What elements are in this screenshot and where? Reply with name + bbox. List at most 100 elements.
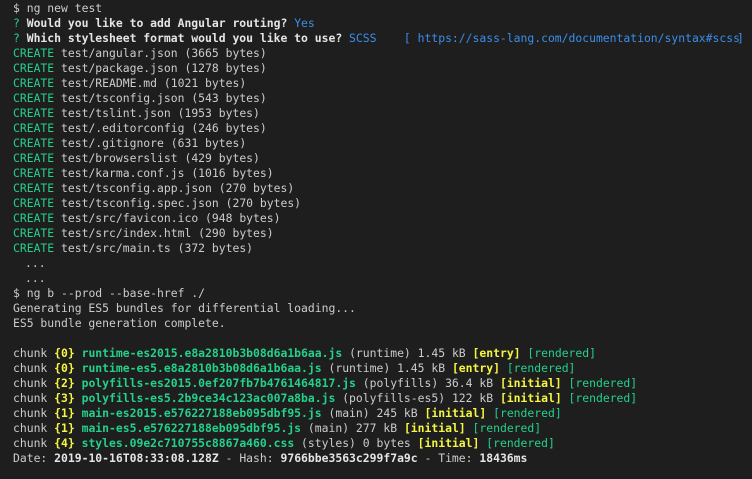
chunk-tag: [entry] — [472, 346, 521, 360]
chunk-label: chunk — [13, 361, 48, 375]
chunk-name: (main) — [328, 406, 370, 420]
create-label: CREATE — [13, 121, 55, 135]
chunk-id: {0} — [54, 361, 75, 375]
create-label: CREATE — [13, 181, 55, 195]
chunk-name: (styles) — [301, 436, 356, 450]
create-label: CREATE — [13, 136, 55, 150]
chunk-status: [rendered] — [527, 346, 596, 360]
created-file: test/angular.json (3665 bytes) — [61, 46, 267, 60]
create-line: CREATE test/angular.json (3665 bytes) — [13, 46, 752, 61]
ellipsis-line: ... — [25, 256, 46, 270]
create-file-list: CREATE test/angular.json (3665 bytes) CRE… — [13, 46, 752, 256]
created-file: test/tsconfig.app.json (270 bytes) — [61, 181, 295, 195]
chunk-label: chunk — [13, 406, 48, 420]
build-summary-line: Date: 2019-10-16T08:33:08.128Z - Hash: 9… — [13, 451, 752, 466]
chunk-line: chunk {1} main-es5.e576227188eb095dbf95.… — [13, 421, 752, 436]
chunk-tag: [entry] — [451, 361, 500, 375]
chunk-label: chunk — [13, 391, 48, 405]
chunk-label: chunk — [13, 436, 48, 450]
chunk-label: chunk — [13, 376, 48, 390]
chunk-id: {1} — [54, 406, 75, 420]
created-file: test/karma.conf.js (1016 bytes) — [61, 166, 274, 180]
chunk-size: 0 bytes — [362, 436, 411, 450]
scss-doc-link[interactable]: https://sass-lang.com/documentation/synt… — [418, 31, 740, 45]
command-line: $ ng new test — [13, 1, 752, 16]
create-label: CREATE — [13, 211, 55, 225]
chunk-label: chunk — [13, 421, 48, 435]
created-file: test/README.md (1021 bytes) — [61, 76, 247, 90]
chunk-name: (runtime) — [328, 361, 391, 375]
terminal-output[interactable]: $ ng new test ? Would you like to add An… — [0, 0, 752, 479]
chunk-tag: [initial] — [417, 436, 480, 450]
created-file: test/tsconfig.json (543 bytes) — [61, 91, 267, 105]
question-mark: ? — [13, 31, 20, 45]
created-file: test/tsconfig.spec.json (270 bytes) — [61, 196, 302, 210]
ellipsis-line: ... — [25, 271, 46, 285]
create-line: CREATE test/README.md (1021 bytes) — [13, 76, 752, 91]
create-label: CREATE — [13, 91, 55, 105]
create-line: CREATE test/package.json (1278 bytes) — [13, 61, 752, 76]
chunk-name: (polyfills) — [362, 376, 439, 390]
create-line: CREATE test/src/main.ts (372 bytes) — [13, 241, 752, 256]
chunk-line: chunk {3} polyfills-es5.2b9ce34c123ac007… — [13, 391, 752, 406]
chunk-status: [rendered] — [493, 406, 562, 420]
create-line: CREATE test/src/index.html (290 bytes) — [13, 226, 752, 241]
created-file: test/src/index.html (290 bytes) — [61, 226, 274, 240]
create-label: CREATE — [13, 151, 55, 165]
chunk-size: 36.4 kB — [445, 376, 494, 390]
chunk-file: runtime-es5.e8a2810b3b08d6a1b6aa.js — [81, 361, 322, 375]
routing-question: Would you like to add Angular routing? — [26, 16, 288, 30]
chunk-id: {1} — [54, 421, 75, 435]
create-line: CREATE test/tslint.json (1953 bytes) — [13, 106, 752, 121]
chunk-status: [rendered] — [568, 391, 638, 405]
chunk-tag: [initial] — [424, 406, 487, 420]
create-label: CREATE — [13, 76, 55, 90]
chunk-file: main-es2015.e576227188eb095dbf95.js — [81, 406, 322, 420]
chunk-label: chunk — [13, 346, 48, 360]
stylesheet-answer: SCSS — [349, 31, 377, 45]
chunk-id: {0} — [54, 346, 75, 360]
chunk-name: (runtime) — [349, 346, 411, 360]
chunk-id: {3} — [54, 391, 75, 405]
chunk-status: [rendered] — [472, 421, 542, 435]
prompt-symbol: $ — [13, 1, 20, 15]
chunk-status: [rendered] — [486, 436, 555, 450]
prompt-symbol: $ — [13, 286, 20, 300]
create-line: CREATE test/src/favicon.ico (948 bytes) — [13, 211, 752, 226]
chunk-tag: [initial] — [403, 421, 466, 435]
stylesheet-question-line: ? Which stylesheet format would you like… — [13, 31, 752, 46]
chunk-size: 1.45 kB — [397, 361, 446, 375]
create-line: CREATE test/.editorconfig (246 bytes) — [13, 121, 752, 136]
chunk-id: {2} — [54, 376, 75, 390]
create-line: CREATE test/tsconfig.spec.json (270 byte… — [13, 196, 752, 211]
routing-question-line: ? Would you like to add Angular routing?… — [13, 16, 752, 31]
created-file: test/browserslist (429 bytes) — [61, 151, 260, 165]
created-file: test/package.json (1278 bytes) — [61, 61, 267, 75]
chunk-line: chunk {0} runtime-es2015.e8a2810b3b08d6a… — [13, 346, 752, 361]
chunk-size: 122 kB — [451, 391, 494, 405]
chunk-size: 277 kB — [355, 421, 398, 435]
create-label: CREATE — [13, 106, 55, 120]
chunk-tag: [initial] — [499, 391, 562, 405]
chunk-status: [rendered] — [506, 361, 576, 375]
create-label: CREATE — [13, 196, 55, 210]
chunk-list: chunk {0} runtime-es2015.e8a2810b3b08d6a… — [13, 346, 752, 451]
chunk-status: [rendered] — [568, 376, 638, 390]
created-file: test/src/favicon.ico (948 bytes) — [61, 211, 281, 225]
created-file: test/tslint.json (1953 bytes) — [61, 106, 260, 120]
create-line: CREATE test/tsconfig.json (543 bytes) — [13, 91, 752, 106]
stylesheet-question: Which stylesheet format would you like t… — [26, 31, 343, 45]
chunk-name: (main) — [307, 421, 350, 435]
chunk-file: runtime-es2015.e8a2810b3b08d6a1b6aa.js — [81, 346, 343, 360]
chunk-line: chunk {0} runtime-es5.e8a2810b3b08d6a1b6… — [13, 361, 752, 376]
create-line: CREATE test/tsconfig.app.json (270 bytes… — [13, 181, 752, 196]
command-text: ng new test — [26, 1, 103, 15]
chunk-id: {4} — [54, 436, 75, 450]
chunk-line: chunk {1} main-es2015.e576227188eb095dbf… — [13, 406, 752, 421]
routing-answer: Yes — [294, 16, 315, 30]
create-label: CREATE — [13, 46, 55, 60]
create-label: CREATE — [13, 241, 55, 255]
create-label: CREATE — [13, 166, 55, 180]
output-line: ES5 bundle generation complete. — [13, 316, 226, 330]
